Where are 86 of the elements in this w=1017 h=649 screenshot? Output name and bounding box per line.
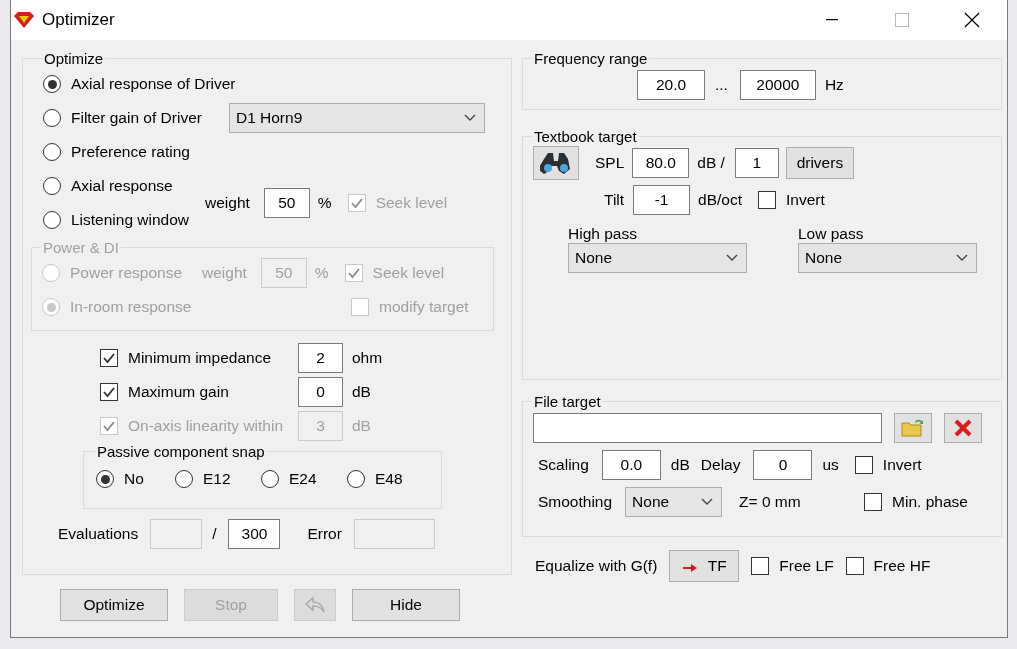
group-title: Textbook target [533,128,638,145]
open-folder-button[interactable] [894,413,932,443]
checkbox[interactable]: Free HF [833,549,931,583]
frequency-to-field[interactable]: 20000 [739,70,816,100]
tilt-unit: dB/oct [698,191,743,209]
group-title: Power & DI [42,239,120,256]
unit-label: dB [352,417,371,435]
weight-field[interactable]: 50 [263,188,310,218]
low-pass-label: Low pass [798,225,865,243]
spl-field[interactable]: 80.0 [632,148,690,178]
error-label: Error [307,525,342,543]
radio-option[interactable]: Axial response of Driver [43,67,236,101]
scaling-label: Scaling [538,456,589,474]
delay-label: Delay [700,456,741,474]
group-title: Optimize [43,50,105,67]
dropdown[interactable]: D1 Horn9 [228,103,485,133]
value-field[interactable]: 2 [298,343,343,373]
percent-unit: % [314,264,329,282]
value-field[interactable]: 0 [298,377,343,407]
tf-button[interactable]: TF [669,550,740,582]
radio-option[interactable]: E48 [347,462,429,496]
radio-option[interactable]: Filter gain of Driver [43,101,202,135]
radio-option[interactable]: Preference rating [43,135,190,169]
binoculars-button[interactable] [533,146,579,180]
chevron-icon [463,114,476,122]
clear-button[interactable] [944,413,982,443]
group-title: Frequency range [533,50,649,67]
window-title: Optimizer [42,10,116,30]
checkbox[interactable]: Free LF [739,549,834,583]
checkmark-icon [102,419,116,433]
checkbox[interactable]: Invert [838,448,922,482]
z-offset-label: Z= 0 mm [739,493,802,511]
radio-option[interactable]: Listening window [43,203,190,237]
checkmark-icon [102,385,116,399]
scaling-unit: dB [670,456,690,474]
unit-label: ohm [352,349,383,367]
evaluations-field [150,519,203,549]
smoothing-label: Smoothing [538,493,613,511]
max-evaluations-field[interactable]: 300 [228,519,281,549]
weight-label: weight [202,264,247,282]
close-icon [953,418,973,438]
dropdown[interactable]: None [798,243,977,273]
evaluations-label: Evaluations [58,525,139,543]
separator-label: / [212,525,217,543]
chevron-icon [956,254,968,262]
binoculars-icon [540,151,572,175]
hide-button[interactable]: Hide [352,589,460,621]
checkbox[interactable]: Min. phase [864,485,968,519]
range-separator: ... [715,76,728,94]
checkbox[interactable]: Invert [742,183,825,217]
delay-field[interactable]: 0 [753,450,813,480]
group-title: Passive component snap [96,443,266,460]
spl-label: SPL [595,154,625,172]
checkmark-icon [102,351,116,365]
checkbox[interactable]: Minimum impedance [100,341,298,375]
equalize-label: Equalize with G(f) [535,557,658,575]
delay-unit: us [822,456,839,474]
checkmark-icon [346,266,361,280]
weight-label: weight [205,194,250,212]
file-path-field[interactable] [533,413,882,443]
hz-unit: Hz [824,76,844,94]
driver-count-field[interactable]: 1 [734,148,779,178]
radio-option[interactable]: E12 [175,462,257,496]
radio-option[interactable]: Axial response [43,169,190,203]
optimize-button[interactable]: Optimize [60,589,168,621]
folder-icon [901,418,925,438]
checkmark-icon [349,196,364,210]
spl-unit: dB / [697,154,725,172]
radio-option[interactable]: No [96,462,171,496]
unit-label: dB [352,383,371,401]
high-pass-label: High pass [568,225,638,243]
radio-option[interactable]: E24 [261,462,343,496]
app-logo-icon [13,11,35,29]
dropdown[interactable]: None [568,243,747,273]
frequency-from-field[interactable]: 20.0 [637,70,705,100]
tilt-field[interactable]: -1 [633,185,691,215]
undo-icon [304,596,326,614]
tilt-label: Tilt [604,191,625,209]
dropdown[interactable]: None [625,487,723,517]
percent-unit: % [317,194,332,212]
chevron-icon [726,254,738,262]
checkbox[interactable]: Maximum gain [100,375,298,409]
scaling-field[interactable]: 0.0 [601,450,661,480]
group-title: File target [533,393,602,410]
drivers-button[interactable]: drivers [785,147,854,179]
chevron-icon [701,498,714,506]
